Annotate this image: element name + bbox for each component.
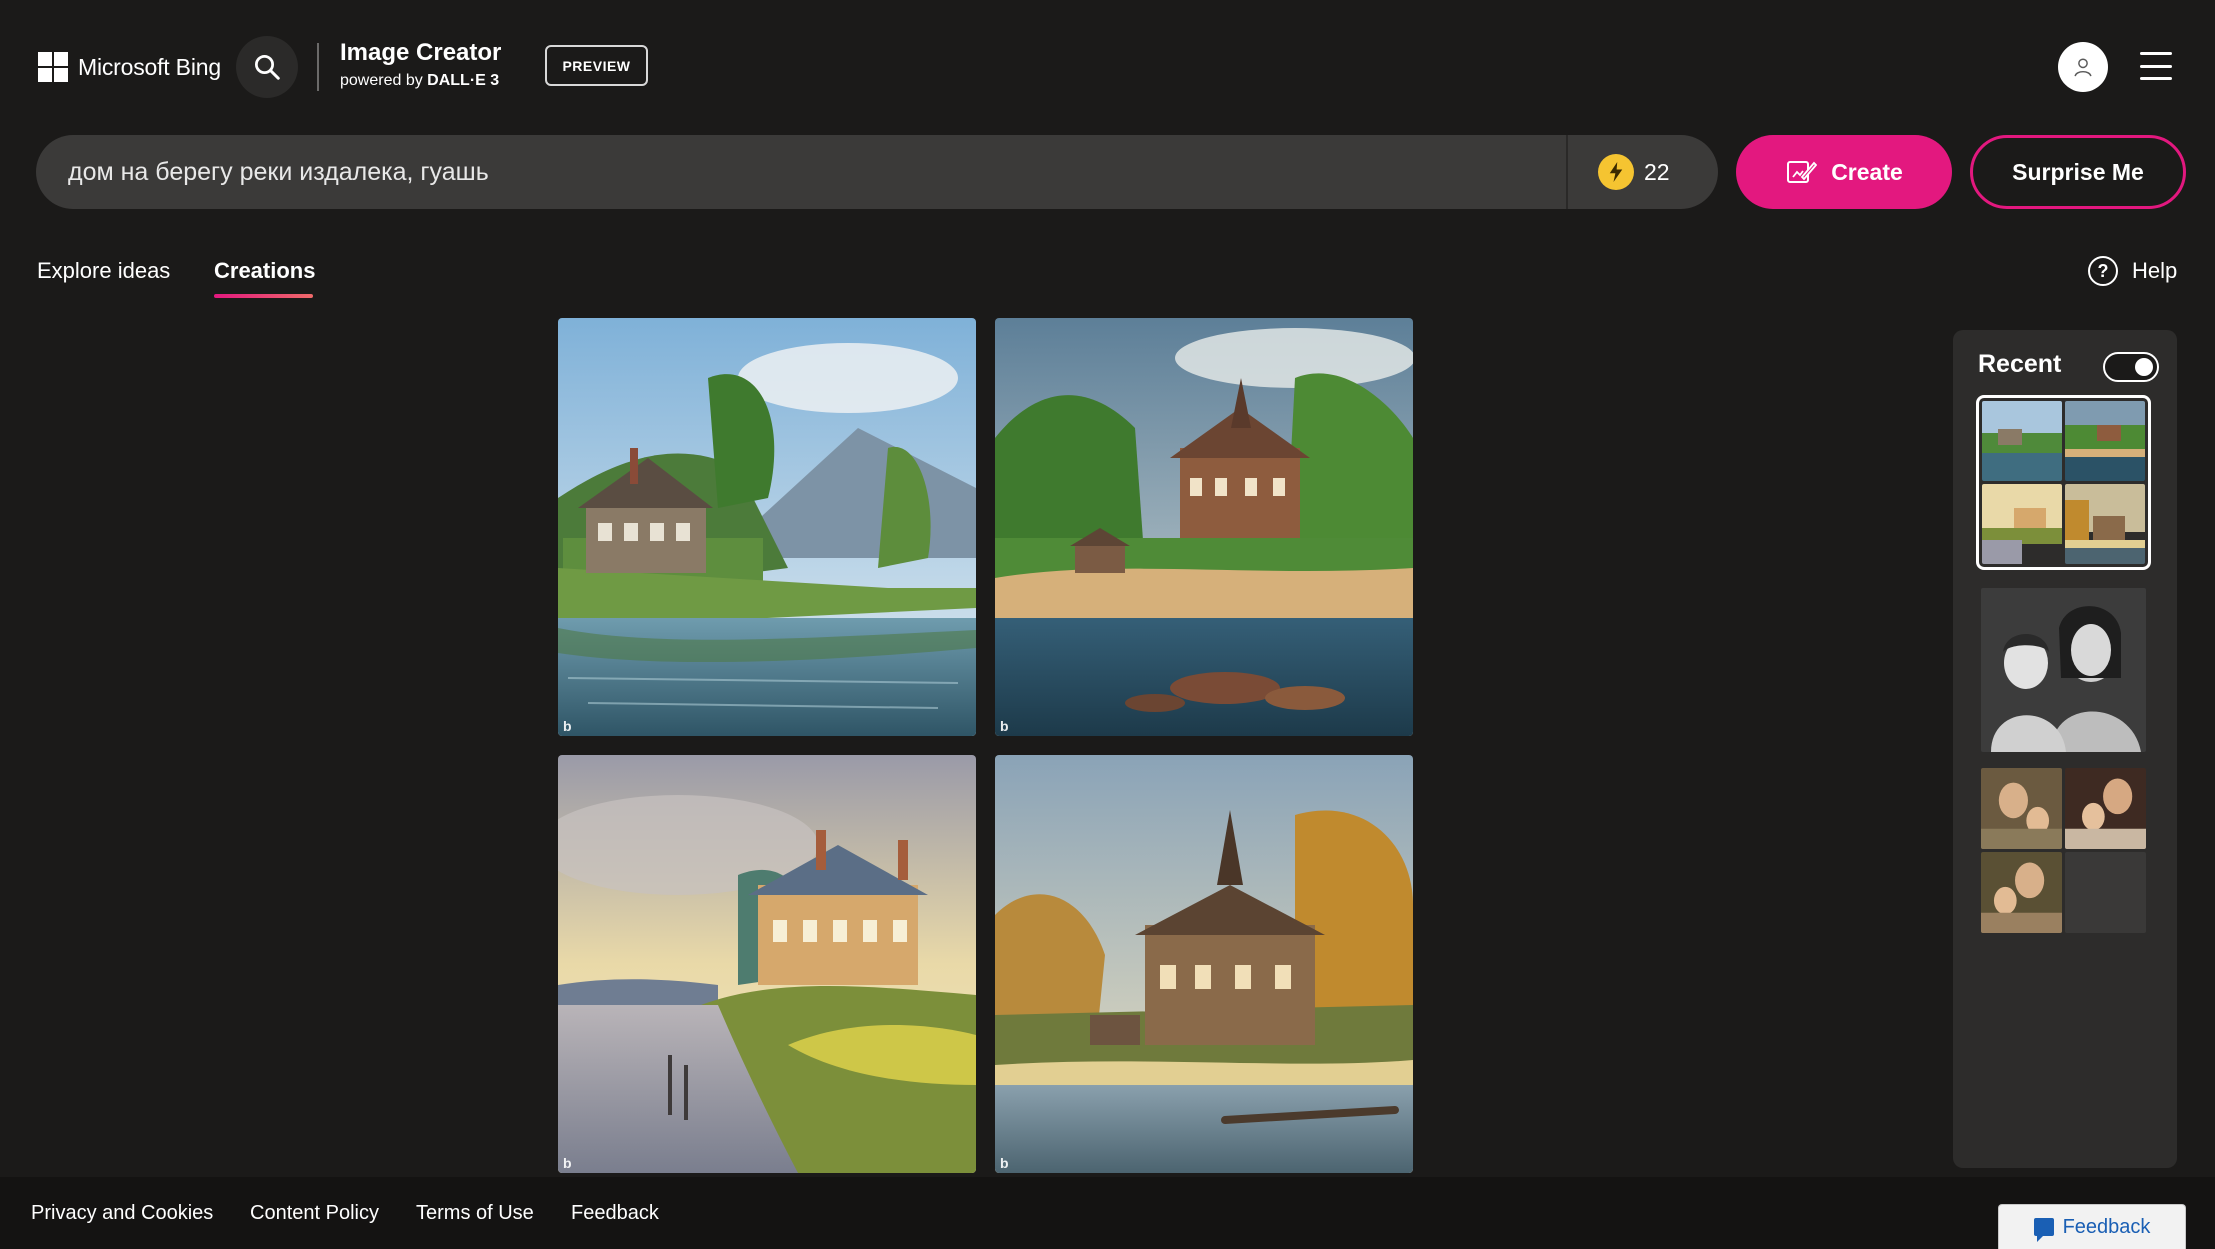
- page-root: Microsoft Bing Image Creator powered by …: [0, 0, 2215, 1249]
- help-link[interactable]: ? Help: [2088, 256, 2177, 286]
- create-label: Create: [1831, 158, 1903, 185]
- bing-watermark: b: [1000, 1155, 1009, 1171]
- recent-set-portrait[interactable]: [1981, 588, 2146, 752]
- windows-logo-icon: [38, 52, 68, 82]
- search-button[interactable]: [236, 36, 298, 98]
- prompt-bar: 22: [36, 135, 1718, 209]
- prompt-input[interactable]: [36, 135, 1566, 209]
- preview-badge: PREVIEW: [545, 45, 648, 86]
- product-title-block[interactable]: Image Creator powered by DALL·E 3: [340, 38, 501, 90]
- recent-panel: Recent: [1953, 330, 2177, 1168]
- river-house-painting-4: [995, 755, 1413, 1173]
- recent-set-river-houses[interactable]: [1976, 395, 2151, 570]
- brand-name: Microsoft Bing: [78, 53, 221, 80]
- bing-watermark: b: [1000, 718, 1009, 734]
- footer-link-content-policy[interactable]: Content Policy: [250, 1202, 379, 1225]
- recent-title: Recent: [1978, 350, 2062, 378]
- tab-explore-ideas[interactable]: Explore ideas: [37, 258, 170, 284]
- recent-thumb: [2065, 401, 2145, 481]
- recent-toggle[interactable]: [2103, 352, 2159, 382]
- product-subtitle: powered by DALL·E 3: [340, 72, 501, 90]
- user-icon: [2074, 58, 2092, 77]
- search-icon: [255, 55, 280, 80]
- footer-link-feedback[interactable]: Feedback: [571, 1202, 659, 1225]
- boosts-indicator[interactable]: 22: [1568, 154, 1718, 190]
- feedback-button-label: Feedback: [2062, 1215, 2151, 1238]
- recent-thumb: [1981, 852, 2062, 933]
- feedback-button[interactable]: Feedback: [1998, 1204, 2186, 1249]
- recent-set-mother-child[interactable]: [1981, 768, 2146, 933]
- surprise-me-button[interactable]: Surprise Me: [1970, 135, 2186, 209]
- recent-thumb: [1981, 588, 2146, 752]
- product-sub-prefix: powered by: [340, 72, 428, 89]
- boosts-count: 22: [1644, 158, 1670, 185]
- toggle-knob: [2135, 358, 2153, 376]
- product-model: DALL·E 3: [427, 72, 500, 89]
- generated-image-2[interactable]: b: [995, 318, 1413, 736]
- account-avatar-button[interactable]: [2058, 42, 2108, 92]
- recent-thumb-placeholder: [2065, 852, 2146, 933]
- recent-thumb: [2065, 484, 2145, 564]
- generated-image-3[interactable]: b: [558, 755, 976, 1173]
- river-house-painting-1: [558, 318, 976, 736]
- header-divider: [317, 43, 319, 91]
- lightning-bolt-icon: [1598, 154, 1634, 190]
- river-house-painting-2: [995, 318, 1413, 736]
- recent-thumb: [2065, 768, 2146, 849]
- bing-watermark: b: [563, 1155, 572, 1171]
- footer-link-privacy[interactable]: Privacy and Cookies: [31, 1202, 213, 1225]
- hamburger-menu-icon[interactable]: [2140, 52, 2172, 80]
- tab-creations[interactable]: Creations: [214, 258, 315, 284]
- river-house-painting-3: [558, 755, 976, 1173]
- feedback-chat-icon: [2033, 1218, 2054, 1242]
- bing-watermark: b: [563, 718, 572, 734]
- product-title: Image Creator: [340, 39, 502, 66]
- bing-brand-link[interactable]: Microsoft Bing: [38, 52, 221, 82]
- help-icon: ?: [2088, 256, 2118, 286]
- generated-image-4[interactable]: b: [995, 755, 1413, 1173]
- footer-link-terms[interactable]: Terms of Use: [416, 1202, 534, 1225]
- help-label: Help: [2132, 258, 2178, 283]
- create-brush-icon: [1787, 161, 1818, 183]
- recent-thumb: [1982, 401, 2062, 481]
- active-tab-indicator: [214, 294, 313, 298]
- recent-thumb: [1981, 768, 2062, 849]
- create-button[interactable]: Create: [1736, 135, 1952, 209]
- footer: Privacy and Cookies Content Policy Terms…: [0, 1177, 2215, 1249]
- generated-image-1[interactable]: b: [558, 318, 976, 736]
- recent-thumb: [1982, 484, 2062, 564]
